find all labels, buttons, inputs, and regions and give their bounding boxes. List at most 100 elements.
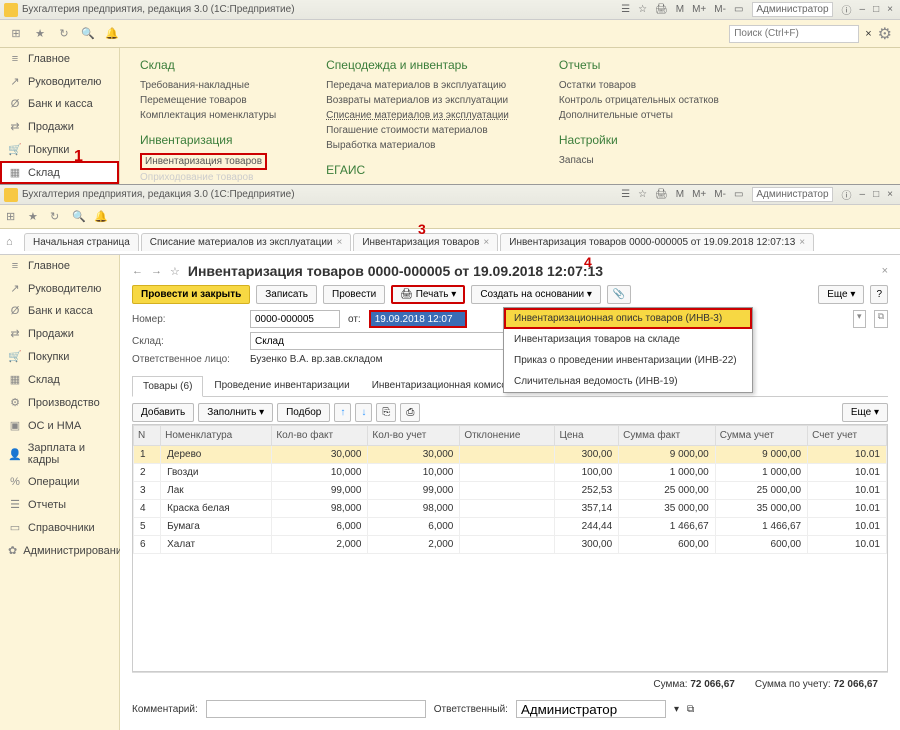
- paste-button[interactable]: ⎙: [400, 403, 420, 422]
- print-button[interactable]: 🖨 Печать ▾: [391, 285, 465, 304]
- close-icon[interactable]: ×: [882, 265, 888, 277]
- history-icon[interactable]: ↻: [56, 26, 72, 42]
- close-icon[interactable]: ×: [483, 237, 489, 248]
- menu-link[interactable]: Остатки товаров: [559, 78, 719, 93]
- data-grid[interactable]: NНоменклатураКол-во фактКол-во учетОткло…: [132, 424, 888, 672]
- ctrl-icon[interactable]: M+: [689, 188, 709, 201]
- admin-badge[interactable]: Администратор: [752, 187, 832, 202]
- number-field[interactable]: [250, 310, 340, 328]
- help-button[interactable]: ?: [870, 285, 888, 304]
- minimize-icon[interactable]: –: [857, 3, 869, 16]
- add-button[interactable]: Добавить: [132, 403, 194, 422]
- search-icon[interactable]: 🔍: [80, 26, 96, 42]
- ctrl-icon[interactable]: ▭: [731, 3, 746, 16]
- table-row[interactable]: 1Дерево30,00030,000300,009 000,009 000,0…: [134, 446, 887, 464]
- sidebar-item[interactable]: ↗Руководителю: [0, 277, 119, 300]
- history-icon[interactable]: ↻: [50, 210, 66, 223]
- col-header[interactable]: N: [134, 426, 161, 446]
- ctrl-icon[interactable]: M-: [711, 3, 729, 16]
- info-icon[interactable]: ⓘ: [839, 1, 855, 18]
- subtab-conduct[interactable]: Проведение инвентаризации: [203, 375, 360, 396]
- sidebar-item[interactable]: ▭Справочники: [0, 516, 119, 539]
- maximize-icon[interactable]: □: [870, 3, 882, 16]
- attach-button[interactable]: 📎: [607, 285, 631, 304]
- menu-link[interactable]: Требования-накладные: [140, 78, 276, 93]
- minimize-icon[interactable]: –: [857, 188, 869, 201]
- back-icon[interactable]: ←: [132, 265, 143, 277]
- up-button[interactable]: ↑: [334, 403, 351, 422]
- star-icon[interactable]: ★: [32, 26, 48, 42]
- search-icon[interactable]: 🔍: [72, 210, 88, 223]
- ctrl-icon[interactable]: ☰: [618, 188, 633, 201]
- copy-button[interactable]: ⎘: [376, 403, 396, 422]
- sidebar-item[interactable]: ▣ОС и НМА: [0, 414, 119, 437]
- sidebar-item-main[interactable]: ≡Главное: [0, 48, 119, 70]
- fill-button[interactable]: Заполнить ▾: [198, 403, 273, 422]
- comment-field[interactable]: [206, 700, 426, 718]
- combo-arrow-icon[interactable]: ▾: [674, 704, 679, 715]
- search-input[interactable]: [729, 25, 859, 43]
- dropdown-item-inv3[interactable]: Инвентаризационная опись товаров (ИНВ-3): [504, 308, 752, 329]
- down-button[interactable]: ↓: [355, 403, 372, 422]
- col-header[interactable]: Счет учет: [808, 426, 887, 446]
- sidebar-item[interactable]: ØБанк и касса: [0, 300, 119, 322]
- menu-link[interactable]: Контроль отрицательных остатков: [559, 93, 719, 108]
- sidebar-item[interactable]: ✿Администрирование: [0, 539, 119, 562]
- sidebar-item-purchases[interactable]: 🛒Покупки: [0, 138, 119, 161]
- sidebar-item[interactable]: ☰Отчеты: [0, 493, 119, 516]
- menu-link[interactable]: Выработка материалов: [326, 138, 509, 153]
- close-icon[interactable]: ×: [884, 3, 896, 16]
- more-button[interactable]: Еще ▾: [818, 285, 864, 304]
- menu-link[interactable]: Погашение стоимости материалов: [326, 123, 509, 138]
- admin-badge[interactable]: Администратор: [752, 2, 832, 17]
- ctrl-icon[interactable]: M+: [689, 3, 709, 16]
- grid-icon[interactable]: ⊞: [8, 26, 24, 42]
- save-button[interactable]: Записать: [256, 285, 317, 304]
- sidebar-item[interactable]: ▦Склад: [0, 368, 119, 391]
- menu-link[interactable]: Перемещение товаров: [140, 93, 276, 108]
- sidebar-item[interactable]: 🛒Покупки: [0, 345, 119, 368]
- dropdown-item[interactable]: Сличительная ведомость (ИНВ-19): [504, 371, 752, 392]
- close-icon[interactable]: ×: [337, 237, 343, 248]
- post-button[interactable]: Провести: [323, 285, 385, 304]
- tab[interactable]: Инвентаризация товаров 0000-000005 от 19…: [500, 233, 814, 251]
- bell-icon[interactable]: 🔔: [94, 210, 110, 223]
- sidebar-item-manager[interactable]: ↗Руководителю: [0, 70, 119, 93]
- date-field[interactable]: [369, 310, 467, 328]
- ctrl-icon[interactable]: M: [673, 188, 687, 201]
- table-row[interactable]: 2Гвозди10,00010,000100,001 000,001 000,0…: [134, 464, 887, 482]
- menu-link[interactable]: Списание материалов из эксплуатации: [326, 108, 509, 123]
- table-row[interactable]: 6Халат2,0002,000300,00600,00600,0010.01: [134, 536, 887, 554]
- sidebar-item[interactable]: ⚙Производство: [0, 391, 119, 414]
- table-row[interactable]: 3Лак99,00099,000252,5325 000,0025 000,00…: [134, 482, 887, 500]
- col-header[interactable]: Цена: [555, 426, 619, 446]
- ctrl-icon[interactable]: M: [673, 3, 687, 16]
- ctrl-icon[interactable]: ☰: [618, 3, 633, 16]
- maximize-icon[interactable]: □: [870, 188, 882, 201]
- home-icon[interactable]: ⌂: [6, 236, 22, 248]
- col-header[interactable]: Кол-во учет: [368, 426, 460, 446]
- ctrl-icon[interactable]: ☆: [635, 188, 650, 201]
- create-based-button[interactable]: Создать на основании ▾: [471, 285, 601, 304]
- post-close-button[interactable]: Провести и закрыть: [132, 285, 250, 304]
- star-icon[interactable]: ★: [28, 210, 44, 223]
- col-header[interactable]: Отклонение: [460, 426, 555, 446]
- open-icon[interactable]: ⧉: [874, 310, 888, 328]
- sidebar-item[interactable]: 👤Зарплата и кадры: [0, 437, 119, 471]
- ctrl-icon[interactable]: M-: [711, 188, 729, 201]
- search-clear-icon[interactable]: ×: [865, 28, 871, 40]
- star-icon[interactable]: ☆: [170, 265, 180, 278]
- subtab-goods[interactable]: Товары (6): [132, 376, 203, 397]
- pick-button[interactable]: Подбор: [277, 403, 330, 422]
- info-icon[interactable]: ⓘ: [839, 186, 855, 203]
- dropdown-item[interactable]: Инвентаризация товаров на складе: [504, 329, 752, 350]
- col-header[interactable]: Сумма факт: [619, 426, 716, 446]
- ctrl-icon[interactable]: ☆: [635, 3, 650, 16]
- col-header[interactable]: Сумма учет: [715, 426, 807, 446]
- dropdown-item[interactable]: Приказ о проведении инвентаризации (ИНВ-…: [504, 350, 752, 371]
- menu-link[interactable]: Передача материалов в эксплуатацию: [326, 78, 509, 93]
- owner-field[interactable]: [516, 700, 666, 718]
- sidebar-item-warehouse[interactable]: ▦Склад: [0, 161, 119, 184]
- menu-link[interactable]: Запасы: [559, 153, 719, 168]
- menu-link[interactable]: Комплектация номенклатуры: [140, 108, 276, 123]
